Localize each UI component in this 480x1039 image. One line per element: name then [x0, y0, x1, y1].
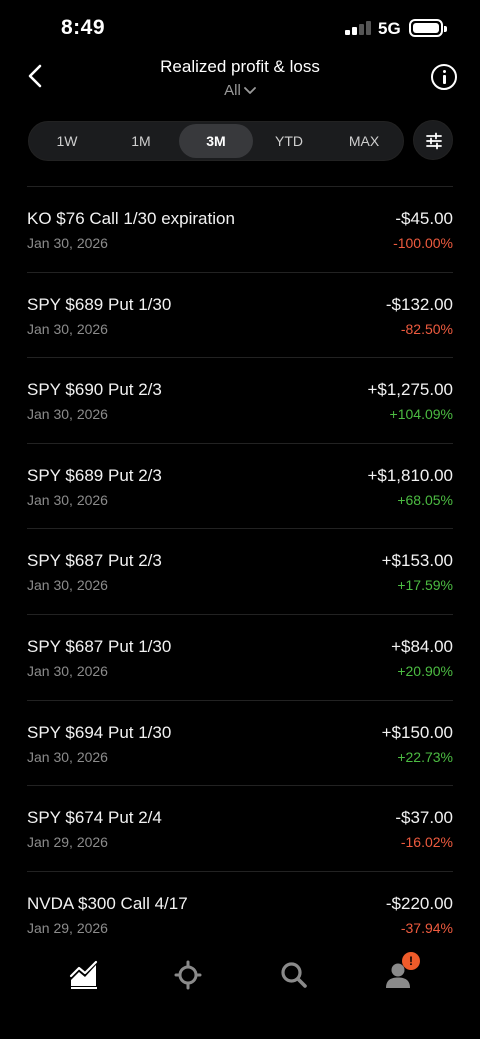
position-amount: +$153.00	[381, 551, 453, 571]
position-name: SPY $689 Put 2/3	[27, 465, 162, 485]
status-time: 8:49	[61, 16, 106, 39]
position-amount: -$37.00	[395, 808, 453, 828]
position-percent: +22.73%	[397, 748, 453, 765]
range-tab-3m[interactable]: 3M	[179, 124, 253, 158]
position-percent: +17.59%	[397, 577, 453, 594]
range-tab-max[interactable]: MAX	[333, 124, 395, 158]
account-filter-label: All	[224, 82, 241, 99]
tab-search[interactable]	[279, 960, 309, 990]
position-date: Jan 29, 2026	[27, 834, 108, 851]
position-date: Jan 30, 2026	[27, 235, 108, 251]
range-tab-ytd[interactable]: YTD	[258, 124, 320, 158]
range-tab-1m[interactable]: 1M	[110, 124, 172, 158]
bottom-tab-bar: !	[0, 940, 480, 1039]
position-percent: +20.90%	[397, 662, 453, 679]
signal-icon	[345, 21, 371, 35]
position-name: SPY $687 Put 1/30	[27, 636, 172, 656]
position-date: Jan 30, 2026	[27, 406, 108, 423]
position-percent: -100.00%	[393, 235, 453, 251]
info-icon	[443, 70, 446, 73]
status-bar: 8:49 5G	[0, 0, 480, 56]
position-percent: -37.94%	[400, 919, 453, 936]
tab-investing[interactable]	[69, 960, 99, 990]
filter-button[interactable]	[413, 120, 453, 160]
position-percent: -16.02%	[400, 834, 453, 851]
realized-pl-list: KO $76 Call 1/30 expiration Jan 30, 2026…	[27, 186, 453, 956]
position-date: Jan 29, 2026	[27, 919, 108, 936]
list-item[interactable]: KO $76 Call 1/30 expiration Jan 30, 2026…	[27, 186, 453, 272]
position-name: SPY $694 Put 1/30	[27, 722, 172, 742]
position-date: Jan 30, 2026	[27, 662, 108, 679]
time-range-selector: 1W 1M 3M YTD MAX	[28, 121, 404, 161]
range-tab-1w[interactable]: 1W	[36, 124, 98, 158]
account-filter-dropdown[interactable]: All	[0, 82, 480, 99]
position-name: SPY $690 Put 2/3	[27, 380, 162, 400]
position-name: KO $76 Call 1/30 expiration	[27, 209, 235, 228]
position-amount: +$1,275.00	[367, 380, 453, 400]
position-amount: +$1,810.00	[367, 465, 453, 485]
position-name: SPY $674 Put 2/4	[27, 808, 162, 828]
position-amount: -$132.00	[385, 294, 453, 314]
position-amount: +$150.00	[381, 722, 453, 742]
position-name: SPY $687 Put 2/3	[27, 551, 162, 571]
header: Realized profit & loss All	[0, 52, 480, 108]
notification-badge: !	[402, 952, 420, 970]
crypto-icon	[174, 960, 202, 990]
network-label: 5G	[378, 19, 401, 38]
chart-icon	[69, 960, 98, 989]
list-item[interactable]: SPY $687 Put 1/30 Jan 30, 2026 +$84.00 +…	[27, 613, 453, 700]
list-item[interactable]: SPY $690 Put 2/3 Jan 30, 2026 +$1,275.00…	[27, 357, 453, 443]
list-item[interactable]: SPY $694 Put 1/30 Jan 30, 2026 +$150.00 …	[27, 699, 453, 786]
position-percent: +104.09%	[389, 406, 453, 423]
position-percent: -82.50%	[400, 320, 453, 337]
position-percent: +68.05%	[397, 491, 453, 508]
position-name: SPY $689 Put 1/30	[27, 294, 172, 314]
search-icon	[281, 962, 307, 988]
position-date: Jan 30, 2026	[27, 577, 108, 594]
position-date: Jan 30, 2026	[27, 491, 108, 508]
position-amount: -$220.00	[385, 893, 453, 913]
position-amount: +$84.00	[391, 636, 453, 656]
tab-crypto[interactable]	[173, 960, 203, 990]
position-amount: -$45.00	[395, 209, 453, 228]
page-title: Realized profit & loss	[160, 57, 320, 76]
list-item[interactable]: SPY $689 Put 1/30 Jan 30, 2026 -$132.00 …	[27, 271, 453, 358]
chevron-down-icon	[243, 87, 256, 94]
position-date: Jan 30, 2026	[27, 320, 108, 337]
list-item[interactable]: SPY $689 Put 2/3 Jan 30, 2026 +$1,810.00…	[27, 442, 453, 529]
info-button[interactable]	[431, 64, 457, 90]
list-item[interactable]: SPY $687 Put 2/3 Jan 30, 2026 +$153.00 +…	[27, 528, 453, 614]
battery-icon	[409, 19, 447, 37]
sliders-icon	[426, 132, 442, 150]
list-item[interactable]: SPY $674 Put 2/4 Jan 29, 2026 -$37.00 -1…	[27, 785, 453, 871]
position-date: Jan 30, 2026	[27, 748, 108, 765]
position-name: NVDA $300 Call 4/17	[27, 893, 188, 913]
